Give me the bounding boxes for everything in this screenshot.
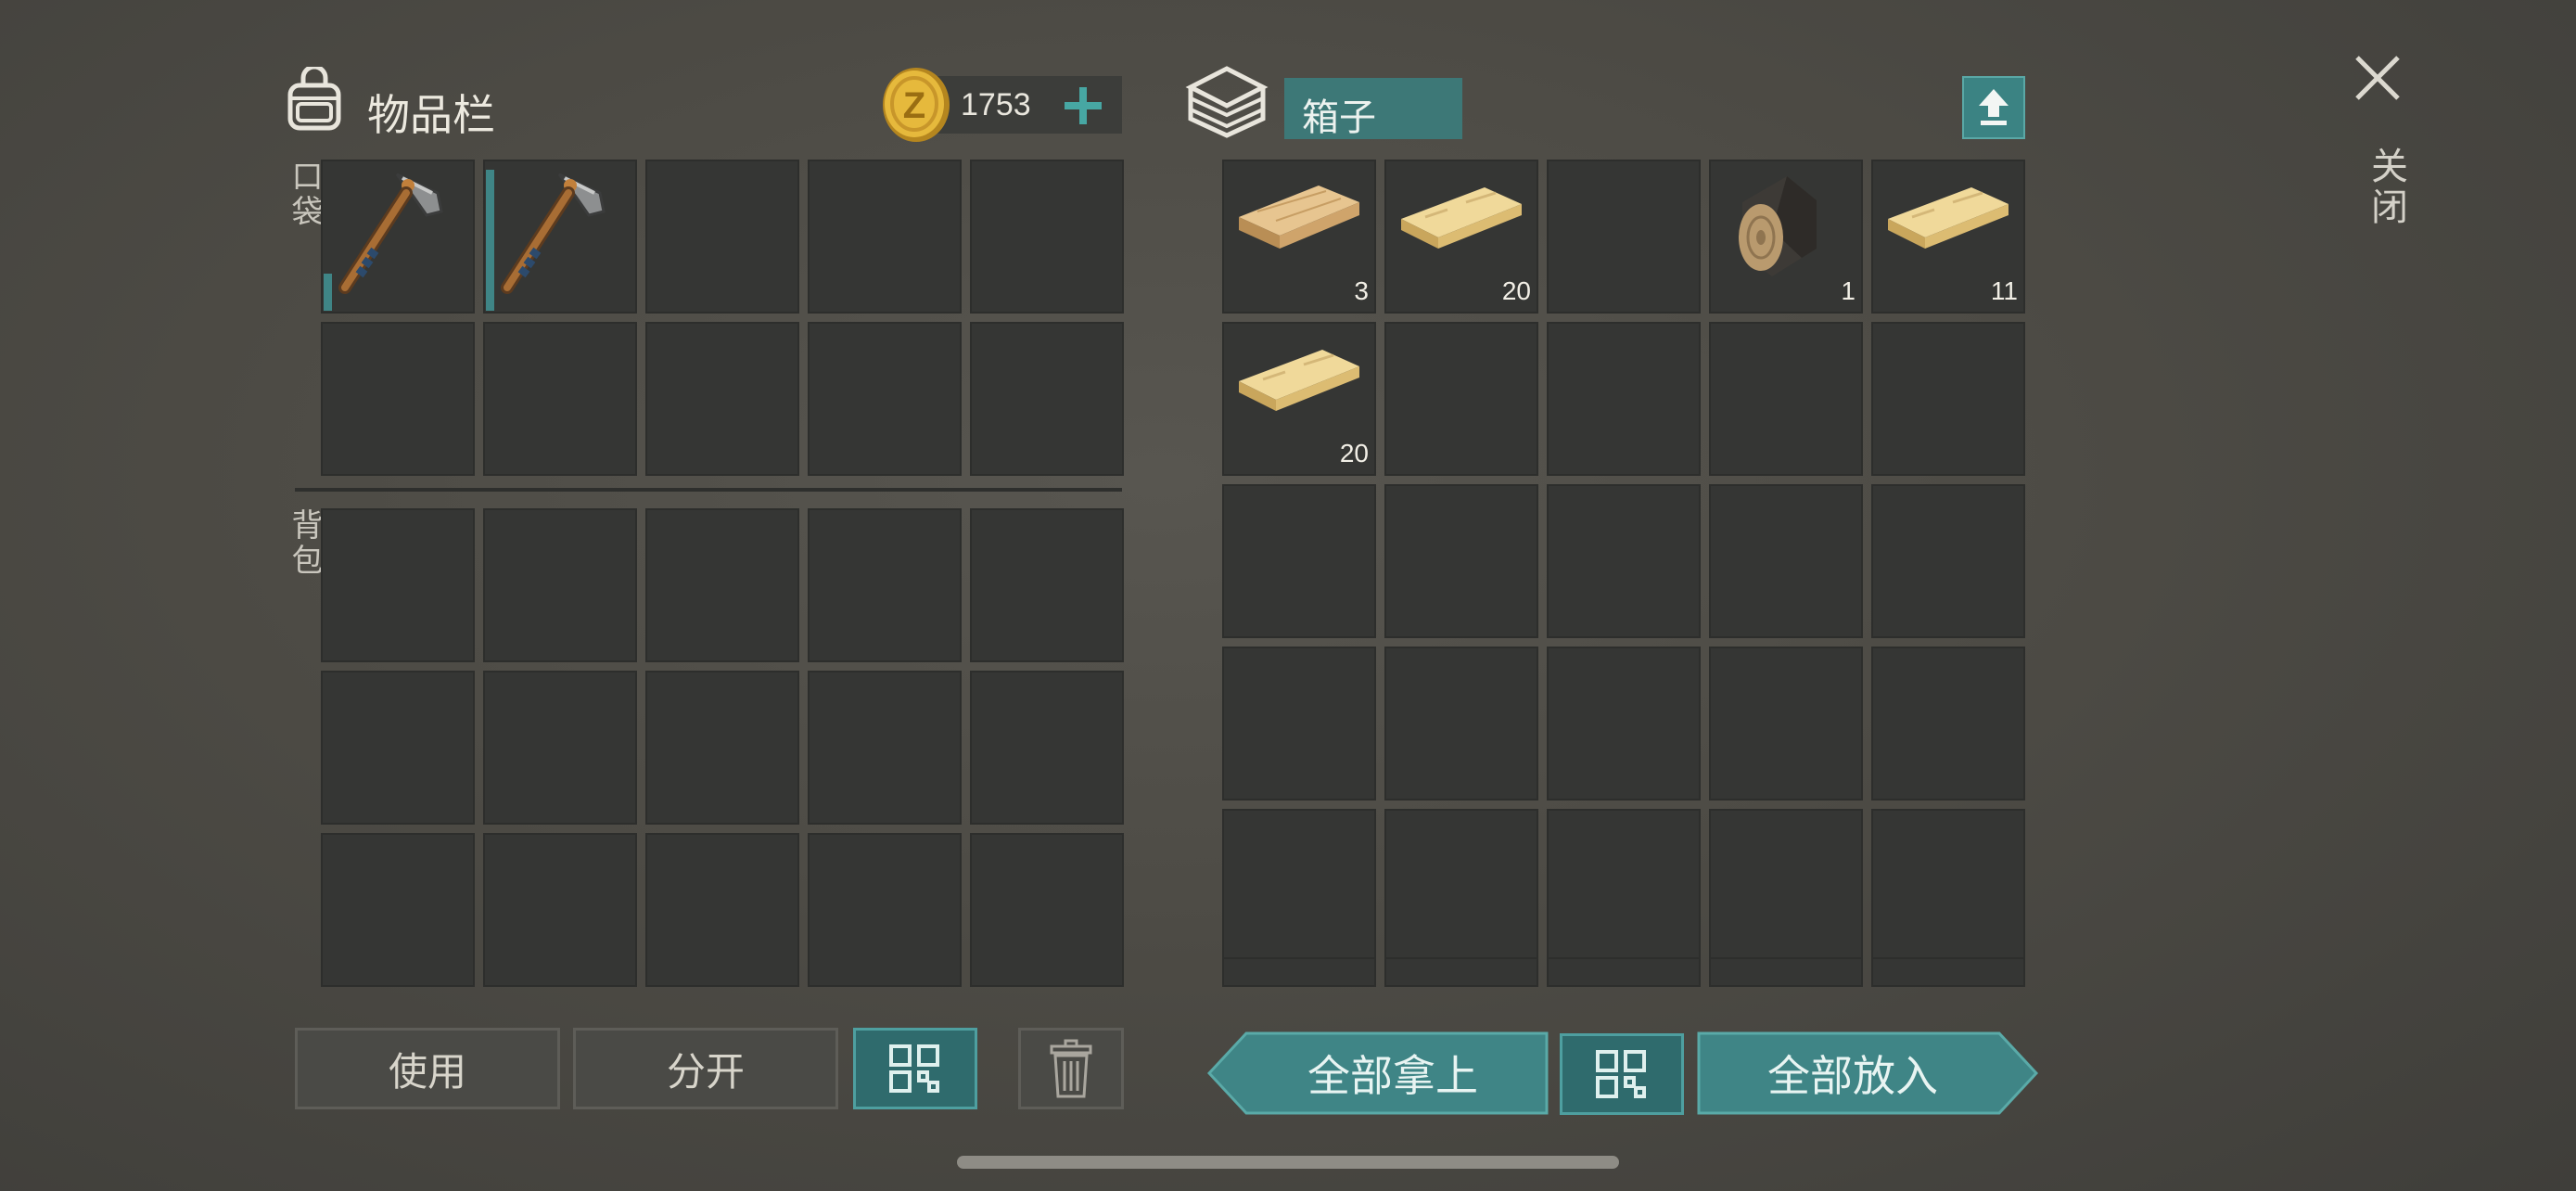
item-count: 20 <box>1501 276 1531 305</box>
box-slot[interactable]: 11 <box>1871 160 2025 314</box>
box-slot[interactable]: 1 <box>1709 160 1863 314</box>
box-slot[interactable] <box>1547 160 1701 314</box>
log-icon <box>1737 174 1818 278</box>
backpack-slot[interactable] <box>321 671 475 825</box>
backpack-slot[interactable] <box>645 671 799 825</box>
coin-icon: Z <box>881 67 951 143</box>
pocket-slot[interactable] <box>645 322 799 476</box>
box-slot[interactable] <box>1222 957 1376 987</box>
pickaxe-icon <box>328 165 467 295</box>
trash-icon <box>1050 1039 1092 1098</box>
sort-box-button[interactable] <box>1560 1033 1684 1115</box>
box-slot[interactable] <box>1709 647 1863 800</box>
trash-button[interactable] <box>1018 1028 1124 1109</box>
box-slot[interactable] <box>1547 809 1701 963</box>
item-count: 3 <box>1354 276 1369 305</box>
backpack-slot[interactable] <box>808 671 962 825</box>
pocket-slot[interactable] <box>808 160 962 314</box>
inventory-title: 物品栏 <box>367 90 495 140</box>
put-all-label: 全部放入 <box>1767 1051 1938 1101</box>
box-slot[interactable] <box>1384 322 1538 476</box>
item-count: 1 <box>1841 276 1855 305</box>
close-label[interactable]: 关闭 <box>2359 147 2413 228</box>
box-slot[interactable] <box>1871 957 2025 987</box>
backpack-slot[interactable] <box>483 671 637 825</box>
plank-light-icon <box>1399 186 1524 250</box>
backpack-slot[interactable] <box>483 508 637 662</box>
pocket-slot[interactable] <box>321 160 475 314</box>
box-slot[interactable] <box>1871 647 2025 800</box>
backpack-icon <box>281 64 348 134</box>
sort-inventory-button[interactable] <box>853 1028 977 1109</box>
backpack-slot[interactable] <box>321 833 475 987</box>
backpack-slot[interactable] <box>645 508 799 662</box>
plank-icon <box>1238 185 1360 250</box>
backpack-slot[interactable] <box>970 833 1124 987</box>
backpack-slot[interactable] <box>645 833 799 987</box>
backpack-slot[interactable] <box>970 508 1124 662</box>
section-divider <box>295 488 1122 492</box>
take-all-button[interactable]: 全部拿上 <box>1207 1031 1549 1115</box>
box-slot[interactable] <box>1547 957 1701 987</box>
pocket-slot[interactable] <box>483 160 637 314</box>
durability-bar <box>486 170 494 311</box>
box-title: 箱子 <box>1302 96 1376 139</box>
box-slot[interactable] <box>1547 484 1701 638</box>
add-coins-button[interactable] <box>1061 83 1105 128</box>
plank-light-icon <box>1237 348 1361 413</box>
use-button[interactable]: 使用 <box>295 1028 560 1109</box>
take-all-label: 全部拿上 <box>1307 1051 1478 1101</box>
item-count: 11 <box>1990 276 2018 305</box>
backpack-slot[interactable] <box>808 833 962 987</box>
box-slot[interactable] <box>1547 322 1701 476</box>
coin-count: 1753 <box>961 87 1031 122</box>
upload-button[interactable] <box>1962 76 2025 139</box>
box-slot[interactable] <box>1222 809 1376 963</box>
box-slot[interactable]: 20 <box>1384 160 1538 314</box>
svg-text:Z: Z <box>903 85 925 126</box>
box-slot[interactable] <box>1709 322 1863 476</box>
grid-sort-icon <box>1596 1050 1646 1098</box>
box-slot[interactable] <box>1709 809 1863 963</box>
box-slot[interactable] <box>1709 957 1863 987</box>
box-slot[interactable] <box>1384 957 1538 987</box>
box-slot[interactable] <box>1871 322 2025 476</box>
box-slot[interactable]: 20 <box>1222 322 1376 476</box>
box-icon <box>1185 61 1269 139</box>
box-slot[interactable]: 3 <box>1222 160 1376 314</box>
box-slot[interactable] <box>1871 484 2025 638</box>
pickaxe-icon <box>491 165 630 295</box>
box-slot[interactable] <box>1871 809 2025 963</box>
durability-bar <box>324 274 332 311</box>
pocket-slot[interactable] <box>483 322 637 476</box>
close-icon <box>2355 56 2400 100</box>
pocket-slot[interactable] <box>321 322 475 476</box>
grid-sort-icon <box>889 1044 939 1093</box>
split-button[interactable]: 分开 <box>573 1028 838 1109</box>
pocket-slot[interactable] <box>645 160 799 314</box>
close-button[interactable] <box>2352 52 2404 104</box>
box-slot[interactable] <box>1384 484 1538 638</box>
arrow-up-icon <box>1979 89 2009 125</box>
backpack-slot[interactable] <box>483 833 637 987</box>
box-slot[interactable] <box>1222 647 1376 800</box>
box-slot[interactable] <box>1222 484 1376 638</box>
plank-light-icon <box>1886 186 2010 250</box>
box-slot[interactable] <box>1384 647 1538 800</box>
item-count: 20 <box>1339 439 1369 467</box>
pocket-slot[interactable] <box>970 322 1124 476</box>
home-indicator[interactable] <box>957 1156 1619 1169</box>
pocket-slot[interactable] <box>808 322 962 476</box>
box-slot[interactable] <box>1709 484 1863 638</box>
backpack-slot[interactable] <box>321 508 475 662</box>
pocket-slot[interactable] <box>970 160 1124 314</box>
backpack-slot[interactable] <box>808 508 962 662</box>
put-all-button[interactable]: 全部放入 <box>1697 1031 2038 1115</box>
backpack-slot[interactable] <box>970 671 1124 825</box>
box-slot[interactable] <box>1547 647 1701 800</box>
box-slot[interactable] <box>1384 809 1538 963</box>
